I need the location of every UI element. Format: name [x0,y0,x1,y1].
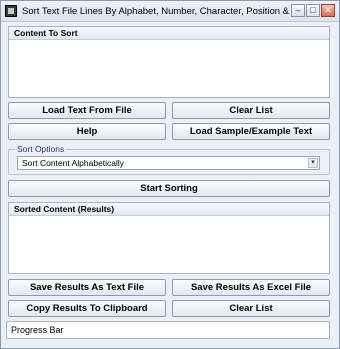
sorted-content-panel[interactable]: Sorted Content (Results) [8,202,330,274]
load-text-from-file-button[interactable]: Load Text From File [8,102,166,119]
help-button[interactable]: Help [8,123,166,140]
maximize-button[interactable]: □ [306,4,320,17]
close-button[interactable]: ✕ [321,4,335,17]
progress-bar-label: Progress Bar [11,325,64,335]
start-sorting-button[interactable]: Start Sorting [8,180,330,197]
content-to-sort-panel[interactable]: Content To Sort [8,26,330,98]
save-results-excel-button[interactable]: Save Results As Excel File [172,279,330,296]
sort-method-value: Sort Content Alphabetically [22,158,125,168]
clear-list-bottom-button[interactable]: Clear List [172,300,330,317]
load-sample-text-button[interactable]: Load Sample/Example Text [172,123,330,140]
content-to-sort-label: Content To Sort [9,27,329,40]
sorted-content-label: Sorted Content (Results) [9,203,329,216]
title-bar[interactable]: Sort Text File Lines By Alphabet, Number… [1,1,339,22]
sort-method-select[interactable]: Sort Content Alphabetically ▾ [17,156,320,170]
progress-bar: Progress Bar [6,321,330,339]
save-results-text-button[interactable]: Save Results As Text File [8,279,166,296]
clear-list-top-button[interactable]: Clear List [172,102,330,119]
copy-results-clipboard-button[interactable]: Copy Results To Clipboard [8,300,166,317]
window-title: Sort Text File Lines By Alphabet, Number… [22,5,302,17]
minimize-button[interactable]: – [291,4,305,17]
app-icon [5,5,17,17]
sort-options-legend: Sort Options [15,144,67,154]
chevron-down-icon[interactable]: ▾ [308,158,318,168]
app-window: Sort Text File Lines By Alphabet, Number… [0,0,340,349]
